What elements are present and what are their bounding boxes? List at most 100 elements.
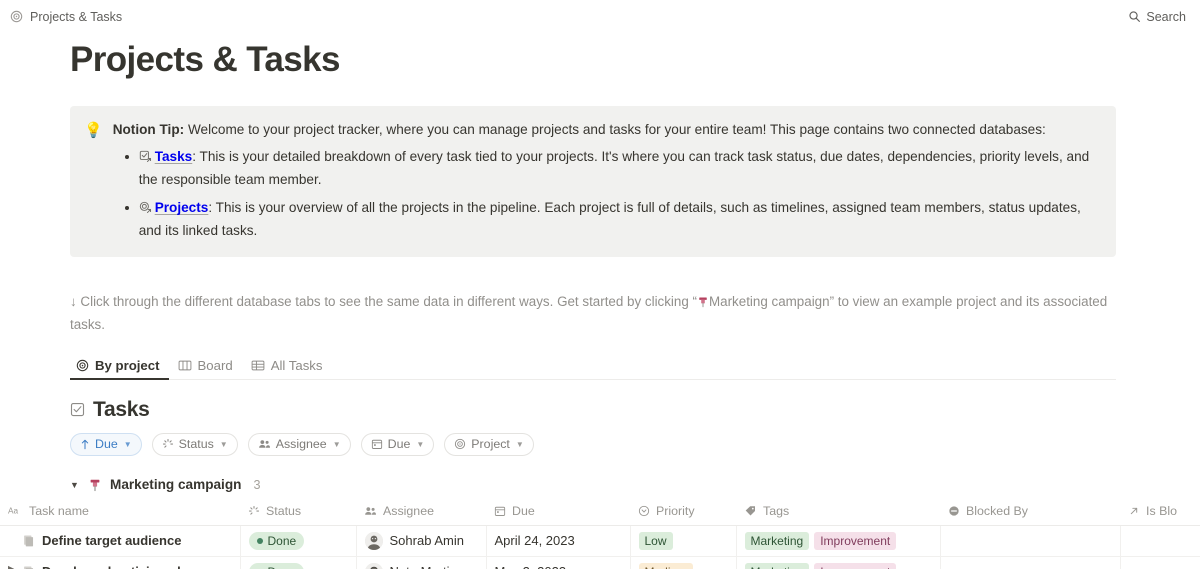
group-name: Marketing campaign xyxy=(110,477,242,493)
callout-list-item-projects: Projects: This is your overview of all t… xyxy=(124,198,1100,241)
group-header-marketing-campaign[interactable]: ▼ Marketing campaign 3 xyxy=(70,474,1116,496)
chip-label: Due xyxy=(387,437,411,452)
people-icon xyxy=(258,438,271,450)
table-icon xyxy=(251,359,265,372)
page-icon xyxy=(22,534,35,547)
column-header-tags[interactable]: Tags xyxy=(736,503,940,526)
assignee-name: Nate Martins xyxy=(390,564,464,569)
chevron-down-icon[interactable]: ▼ xyxy=(70,480,80,490)
column-header-assignee[interactable]: Assignee xyxy=(356,503,486,526)
callout-body: Notion Tip: Welcome to your project trac… xyxy=(113,120,1100,242)
pushpin-icon xyxy=(88,478,102,492)
column-header-due[interactable]: Due xyxy=(486,503,630,526)
search-button[interactable]: Search xyxy=(1128,10,1186,24)
tag-badge: Marketing xyxy=(744,531,810,550)
callout-list: Tasks: This is your detailed breakdown o… xyxy=(113,147,1100,242)
task-name-link[interactable]: Define target audience xyxy=(42,533,181,548)
notion-tip-callout: 💡 Notion Tip: Welcome to your project tr… xyxy=(70,105,1116,257)
chevron-down-icon: ▼ xyxy=(123,439,132,449)
checkbox-icon xyxy=(70,402,85,417)
loading-icon xyxy=(162,438,174,450)
database-title[interactable]: Tasks xyxy=(70,398,1116,422)
cell-assignee[interactable]: Nate Martins xyxy=(356,556,487,569)
cell-blocked-by[interactable] xyxy=(940,525,1121,557)
column-label: Status xyxy=(266,503,302,518)
column-label: Priority xyxy=(656,503,695,518)
target-icon xyxy=(454,438,466,450)
content-column: Projects & Tasks 💡 Notion Tip: Welcome t… xyxy=(70,40,1116,496)
marketing-campaign-link[interactable]: Marketing campaign xyxy=(709,294,830,309)
breadcrumb[interactable]: Projects & Tasks xyxy=(10,10,122,24)
column-label: Blocked By xyxy=(966,503,1028,518)
column-header-blocked-by[interactable]: Blocked By xyxy=(940,503,1120,526)
down-arrow-icon: ↓ xyxy=(70,293,77,309)
tab-board[interactable]: Board xyxy=(169,358,242,379)
callout-list-item-tasks: Tasks: This is your detailed breakdown o… xyxy=(124,147,1100,190)
cell-due[interactable]: May 2, 2023 xyxy=(486,556,631,569)
cell-assignee[interactable]: Sohrab Amin xyxy=(356,525,487,557)
database-view-tabs: By project Board All Tasks xyxy=(70,350,1116,380)
cell-status[interactable]: Done xyxy=(240,556,357,569)
table-row[interactable]: Define target audience Done Sohrab Amin … xyxy=(0,525,1200,557)
projects-database-link[interactable]: Projects xyxy=(155,200,209,215)
tab-by-project[interactable]: By project xyxy=(70,358,169,380)
chevron-down-icon: ▼ xyxy=(219,439,228,449)
cell-due[interactable]: April 24, 2023 xyxy=(486,525,631,557)
aa-icon: Aa xyxy=(8,505,23,516)
callout-intro: Notion Tip: Welcome to your project trac… xyxy=(113,120,1100,141)
chevron-down-icon: ▼ xyxy=(515,439,524,449)
tab-label: All Tasks xyxy=(270,357,323,373)
avatar xyxy=(364,531,383,550)
column-header-task-name[interactable]: Aa Task name xyxy=(0,503,240,526)
loading-icon xyxy=(248,505,260,517)
cell-priority[interactable]: Medium xyxy=(630,556,737,569)
sort-chip-due[interactable]: Due ▼ xyxy=(70,432,142,456)
top-bar: Projects & Tasks Search xyxy=(0,0,1200,33)
status-label: Done xyxy=(268,563,297,569)
tasks-database-link[interactable]: Tasks xyxy=(155,149,193,164)
tag-badge: Improvement xyxy=(814,531,897,550)
priority-badge: Low xyxy=(638,531,673,550)
status-badge: Done xyxy=(248,562,305,569)
calendar-icon xyxy=(494,505,506,517)
status-badge: Done xyxy=(248,531,305,550)
tab-all-tasks[interactable]: All Tasks xyxy=(242,358,332,379)
filter-chip-status[interactable]: Status ▼ xyxy=(151,432,238,456)
tasks-grid: Aa Task name Status Assignee Due Priorit… xyxy=(0,503,1200,569)
filter-bar: Due ▼ Status ▼ Assignee ▼ Due ▼ Project … xyxy=(70,432,1116,456)
cell-is-blocking[interactable] xyxy=(1120,556,1200,569)
cell-task-name[interactable]: Define target audience xyxy=(0,525,241,557)
cell-tags[interactable]: MarketingImprovement xyxy=(736,556,941,569)
column-header-is-blocking[interactable]: Is Blo xyxy=(1120,503,1200,526)
cell-is-blocking[interactable] xyxy=(1120,525,1200,557)
callout-intro-bold: Notion Tip: xyxy=(112,121,185,137)
filter-chip-project[interactable]: Project ▼ xyxy=(444,432,534,456)
table-row[interactable]: ▶ Develop advertising plan Done xyxy=(0,556,1200,569)
chip-label: Project xyxy=(471,437,510,452)
task-name-link[interactable]: Develop advertising plan xyxy=(42,564,196,569)
cell-tags[interactable]: MarketingImprovement xyxy=(736,525,941,557)
avatar xyxy=(364,562,383,569)
intro-paragraph: ↓ Click through the different database t… xyxy=(70,292,1110,336)
cell-blocked-by[interactable] xyxy=(940,556,1121,569)
search-icon xyxy=(1128,10,1141,23)
cell-task-name[interactable]: ▶ Develop advertising plan xyxy=(0,556,241,569)
filter-chip-due[interactable]: Due ▼ xyxy=(360,432,435,456)
expand-row-icon[interactable]: ▶ xyxy=(8,564,14,569)
cell-priority[interactable]: Low xyxy=(630,525,737,557)
status-dot-icon xyxy=(256,537,263,544)
cell-status[interactable]: Done xyxy=(240,525,357,557)
due-date: April 24, 2023 xyxy=(494,533,575,549)
search-label[interactable]: Search xyxy=(1146,10,1186,24)
tasks-table: Aa Task name Status Assignee Due Priorit… xyxy=(0,503,1200,569)
column-header-priority[interactable]: Priority xyxy=(630,503,736,526)
column-header-status[interactable]: Status xyxy=(240,503,356,526)
target-database-icon xyxy=(139,200,152,221)
breadcrumb-label[interactable]: Projects & Tasks xyxy=(30,10,122,24)
filter-chip-assignee[interactable]: Assignee ▼ xyxy=(247,432,351,456)
column-label: Task name xyxy=(29,503,89,518)
table-header-row: Aa Task name Status Assignee Due Priorit… xyxy=(0,503,1200,526)
people-icon xyxy=(364,505,377,517)
page-title: Projects & Tasks xyxy=(70,40,340,79)
group-count: 3 xyxy=(253,477,261,492)
